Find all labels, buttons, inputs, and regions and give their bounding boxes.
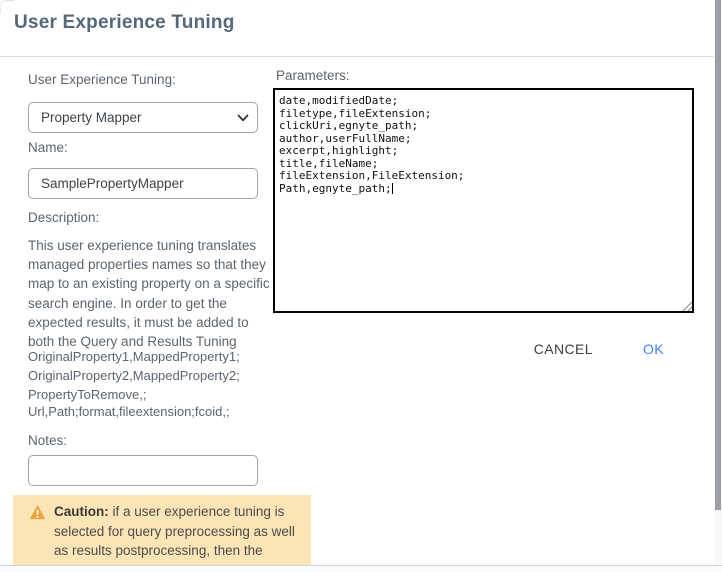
description-label: Description: [28,210,99,225]
name-input[interactable] [28,168,258,199]
notes-label: Notes: [28,433,67,448]
header-divider [0,56,714,57]
dialog-actions: CANCEL OK [273,338,694,360]
dialog-title: User Experience Tuning [14,12,235,34]
syntax-example-line: OriginalProperty1,MappedProperty1; [28,347,240,366]
scrollbar-thumb[interactable] [715,0,721,510]
name-label: Name: [28,140,68,155]
caution-banner: Caution: if a user experience tuning is … [13,495,311,572]
scrollbar[interactable] [714,0,722,572]
caution-text: Caution: if a user experience tuning is … [54,502,299,572]
footer-divider [0,565,722,572]
cancel-button[interactable]: CANCEL [534,341,593,357]
parameters-textarea[interactable]: date,modifiedDate; filetype,fileExtensio… [273,88,694,313]
tuning-select-wrap: Property Mapper [28,102,258,133]
dialog-corner [0,0,14,14]
syntax-example-line: OriginalProperty2,MappedProperty2; [28,366,240,385]
notes-input[interactable] [28,455,258,486]
ok-button[interactable]: OK [643,341,664,357]
tuning-select-label: User Experience Tuning: [28,72,176,87]
syntax-example-line: PropertyToRemove,; [28,385,240,404]
syntax-example-block: OriginalProperty1,MappedProperty1; Origi… [28,347,240,404]
warning-triangle-icon [29,504,46,520]
user-experience-tuning-dialog: User Experience Tuning User Experience T… [0,0,722,572]
tuning-select[interactable]: Property Mapper [28,102,258,133]
description-text: This user experience tuning translates m… [28,236,271,351]
syntax-example-line: Url,Path;format,fileextension;fcoid,; [28,404,230,419]
caution-label: Caution: [54,504,109,519]
parameters-label: Parameters: [276,68,350,83]
text-caret [392,183,393,194]
